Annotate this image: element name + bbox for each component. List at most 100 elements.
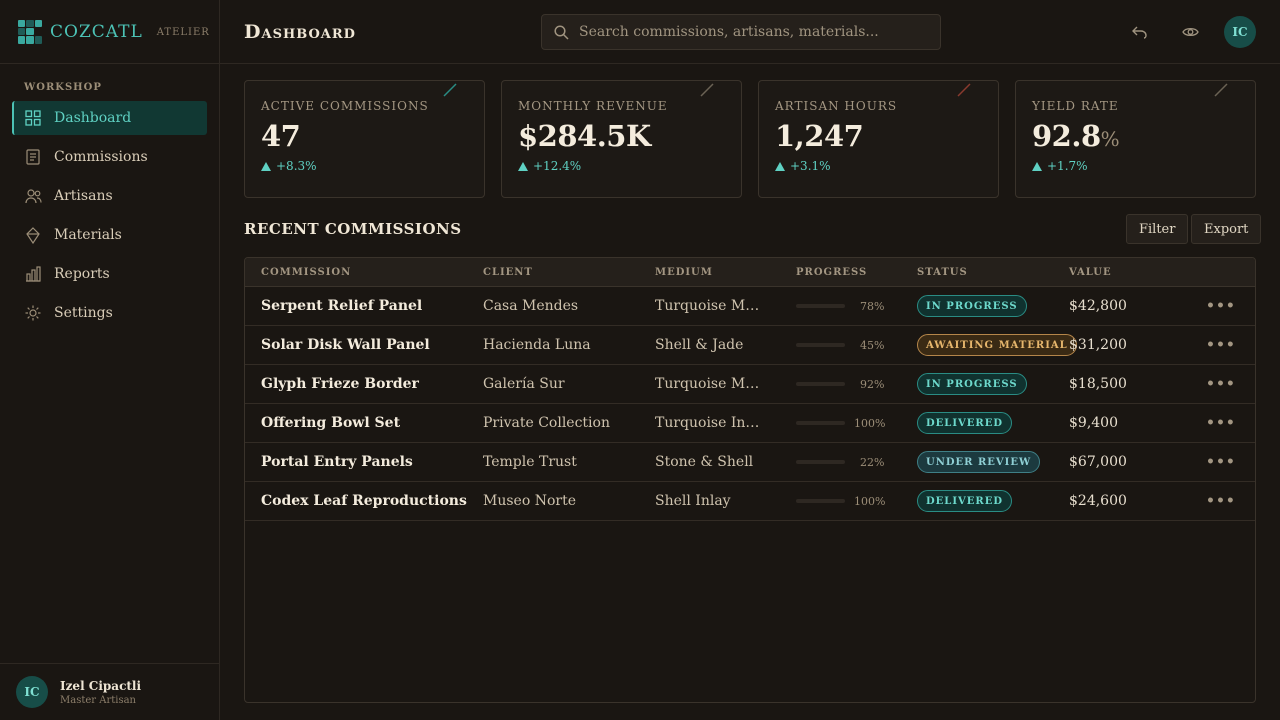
search-input[interactable] [579,24,919,40]
grid-icon [24,109,42,127]
user-role: Master Artisan [60,694,136,706]
sidebar-item-label: Dashboard [54,110,132,126]
medium: Shell & Jade [655,337,744,353]
client-name: Museo Norte [483,493,576,509]
user-profile[interactable]: IC Izel Cipactli Master Artisan [0,663,219,720]
progress-percent: 22% [860,456,885,469]
brand-name: COZCATL [50,21,143,42]
corner-accent-icon [443,83,457,97]
search-box[interactable] [541,14,941,50]
kpi-card-monthly-revenue[interactable]: MONTHLY REVENUE $284.5K +12.4% [501,80,742,198]
status-badge: DELIVERED [917,490,1012,512]
brand[interactable]: COZCATL ATELIER [0,0,219,64]
sidebar-item-label: Artisans [54,188,113,204]
sidebar-item-materials[interactable]: Materials [12,218,207,252]
kpi-value: 1,247 [775,119,864,153]
sidebar: COZCATL ATELIER WORKSHOP Dashboard Commi… [0,0,220,720]
kpi-card-active-commissions[interactable]: ACTIVE COMMISSIONS 47 +8.3% [244,80,485,198]
progress-bar [796,343,845,347]
commission-value: $24,600 [1069,493,1127,509]
filter-button[interactable]: Filter [1126,214,1189,244]
corner-accent-icon [957,83,971,97]
bar-chart-icon [24,265,42,283]
eye-icon[interactable] [1180,22,1200,42]
table-row[interactable]: Portal Entry Panels Temple Trust Stone &… [245,443,1255,482]
sidebar-item-artisans[interactable]: Artisans [12,179,207,213]
table-row[interactable]: Glyph Frieze Border Galería Sur Turquois… [245,365,1255,404]
sidebar-item-commissions[interactable]: Commissions [12,140,207,174]
status-badge: IN PROGRESS [917,295,1027,317]
header-avatar[interactable]: IC [1224,16,1256,48]
kpi-cards: ACTIVE COMMISSIONS 47 +8.3% MONTHLY REVE… [244,80,1256,198]
kpi-delta: +1.7% [1047,159,1088,173]
progress-percent: 100% [854,495,886,508]
brand-logo-icon [18,19,42,44]
progress-percent: 100% [854,417,886,430]
sidebar-item-label: Materials [54,227,122,243]
commission-value: $42,800 [1069,298,1127,314]
commission-name[interactable]: Glyph Frieze Border [261,376,419,392]
commission-value: $9,400 [1069,415,1118,431]
kpi-card-artisan-hours[interactable]: ARTISAN HOURS 1,247 +3.1% [758,80,999,198]
gear-icon [24,304,42,322]
nav-section-label: WORKSHOP [24,82,102,93]
column-header-commission[interactable]: COMMISSION [261,267,351,278]
status-badge: AWAITING MATERIAL [917,334,1077,356]
status-badge: UNDER REVIEW [917,451,1041,473]
column-header-progress[interactable]: PROGRESS [796,267,867,278]
commission-name[interactable]: Portal Entry Panels [261,454,413,470]
more-options-icon[interactable]: ••• [1206,298,1236,314]
sidebar-item-dashboard[interactable]: Dashboard [12,101,207,135]
progress-bar [796,382,845,386]
more-options-icon[interactable]: ••• [1206,376,1236,392]
table-row[interactable]: Codex Leaf Reproductions Museo Norte She… [245,482,1255,521]
gem-icon [24,226,42,244]
more-options-icon[interactable]: ••• [1206,454,1236,470]
corner-accent-icon [700,83,714,97]
more-options-icon[interactable]: ••• [1206,493,1236,509]
more-options-icon[interactable]: ••• [1206,415,1236,431]
column-header-client[interactable]: CLIENT [483,267,533,278]
kpi-delta: +8.3% [276,159,317,173]
client-name: Galería Sur [483,376,565,392]
search-icon [554,24,569,40]
trend-up-icon [775,161,785,171]
medium: Shell Inlay [655,493,731,509]
kpi-unit: % [1100,127,1120,151]
commission-name[interactable]: Codex Leaf Reproductions [261,493,467,509]
commission-name[interactable]: Offering Bowl Set [261,415,400,431]
medium: Turquoise Mo... [655,298,763,314]
more-options-icon[interactable]: ••• [1206,337,1236,353]
commission-value: $67,000 [1069,454,1127,470]
column-header-medium[interactable]: MEDIUM [655,267,713,278]
kpi-card-yield-rate[interactable]: YIELD RATE 92.8% +1.7% [1015,80,1256,198]
sidebar-item-reports[interactable]: Reports [12,257,207,291]
section-title: RECENT COMMISSIONS [244,220,462,238]
progress-percent: 45% [860,339,885,352]
trend-up-icon [518,161,528,171]
table-row[interactable]: Solar Disk Wall Panel Hacienda Luna Shel… [245,326,1255,365]
commission-value: $31,200 [1069,337,1127,353]
status-badge: DELIVERED [917,412,1012,434]
sidebar-item-settings[interactable]: Settings [12,296,207,330]
medium: Turquoise Inlay [655,415,763,431]
brand-subtitle: ATELIER [156,27,210,38]
undo-icon[interactable] [1129,22,1149,42]
export-button[interactable]: Export [1191,214,1262,244]
table-body: Serpent Relief Panel Casa Mendes Turquoi… [245,287,1255,521]
people-icon [24,187,42,205]
kpi-value: 47 [261,119,301,153]
commissions-table: COMMISSION CLIENT MEDIUM PROGRESS STATUS… [244,257,1256,703]
table-row[interactable]: Offering Bowl Set Private Collection Tur… [245,404,1255,443]
kpi-label: MONTHLY REVENUE [518,99,668,113]
commission-name[interactable]: Solar Disk Wall Panel [261,337,430,353]
kpi-label: YIELD RATE [1032,99,1119,113]
client-name: Casa Mendes [483,298,579,314]
commission-value: $18,500 [1069,376,1127,392]
commission-name[interactable]: Serpent Relief Panel [261,298,422,314]
kpi-label: ACTIVE COMMISSIONS [261,99,429,113]
column-header-status[interactable]: STATUS [917,267,968,278]
table-row[interactable]: Serpent Relief Panel Casa Mendes Turquoi… [245,287,1255,326]
progress-bar [796,499,845,503]
column-header-value[interactable]: VALUE [1069,267,1112,278]
